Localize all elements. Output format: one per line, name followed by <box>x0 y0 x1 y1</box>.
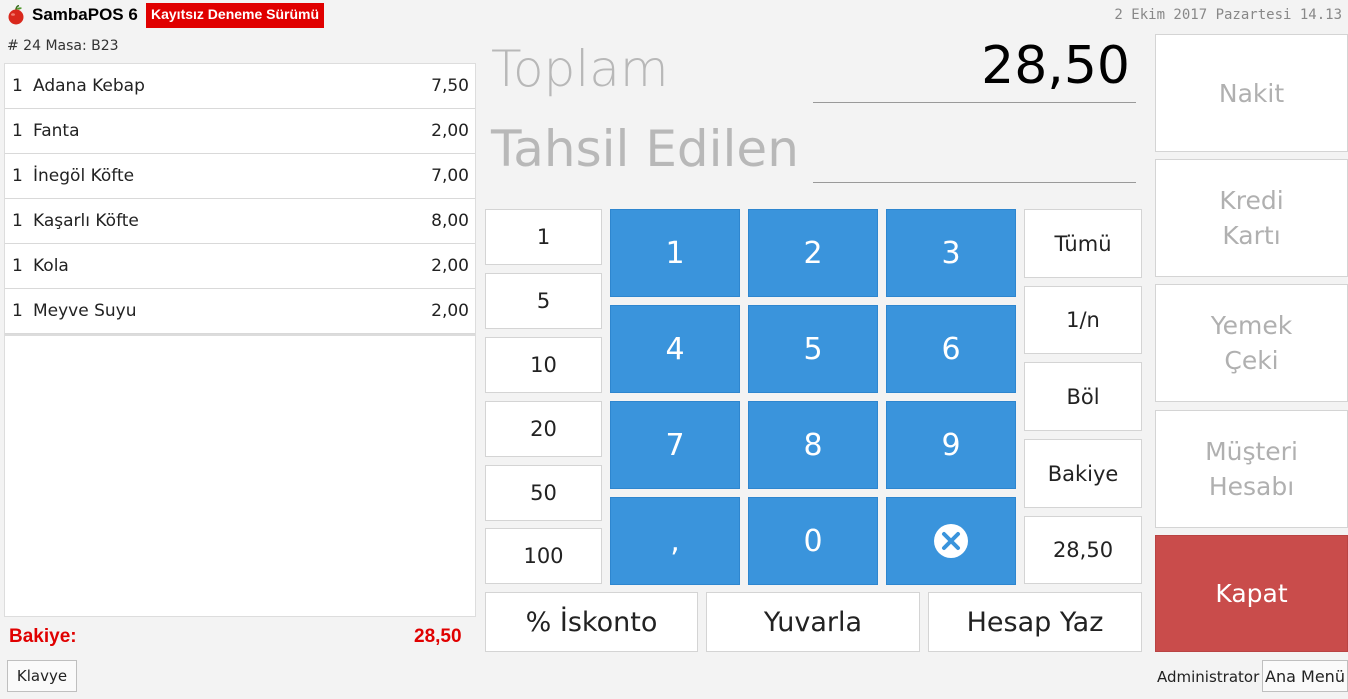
order-qty: 1 <box>12 256 23 276</box>
meal-voucher-label-line-2: Çeki <box>1224 346 1279 375</box>
credit-card-label-line-2: Kartı <box>1222 221 1281 250</box>
order-qty: 1 <box>12 166 23 186</box>
total-value: 28,50 <box>981 36 1130 96</box>
meal-voucher-payment-button[interactable]: Yemek Çeki <box>1155 284 1348 402</box>
order-list: 1 Adana Kebap 7,50 1 Fanta 2,00 1 İnegöl… <box>5 64 475 334</box>
order-name: Meyve Suyu <box>33 301 137 321</box>
numpad-key-5[interactable]: 5 <box>748 305 878 393</box>
amount-due-button[interactable]: 28,50 <box>1024 516 1142 584</box>
order-list-panel: 1 Adana Kebap 7,50 1 Fanta 2,00 1 İnegöl… <box>4 63 476 617</box>
keyboard-button[interactable]: Klavye <box>7 660 77 692</box>
numpad-key-3[interactable]: 3 <box>886 209 1016 297</box>
circle-x-icon <box>934 524 968 558</box>
order-row[interactable]: 1 İnegöl Köfte 7,00 <box>5 154 475 199</box>
numpad-clear-button[interactable] <box>886 497 1016 585</box>
numpad-key-8[interactable]: 8 <box>748 401 878 489</box>
order-price: 8,00 <box>431 211 469 231</box>
order-qty: 1 <box>12 121 23 141</box>
order-row[interactable]: 1 Kaşarlı Köfte 8,00 <box>5 199 475 244</box>
amount-button-1[interactable]: 1 <box>485 209 602 265</box>
ticket-header: # 24 Masa: B23 <box>7 38 119 54</box>
balance-label: Bakiye: <box>9 626 77 647</box>
apple-logo-icon <box>8 5 24 25</box>
order-price: 2,00 <box>431 256 469 276</box>
numpad-key-1[interactable]: 1 <box>610 209 740 297</box>
current-user: Administrator <box>1157 668 1260 686</box>
order-row[interactable]: 1 Meyve Suyu 2,00 <box>5 289 475 334</box>
split-all-button[interactable]: Tümü <box>1024 209 1142 278</box>
trial-badge: Kayıtsız Deneme Sürümü <box>146 3 325 28</box>
numpad-key-9[interactable]: 9 <box>886 401 1016 489</box>
order-name: Kaşarlı Köfte <box>33 211 139 231</box>
numpad-key-0[interactable]: 0 <box>748 497 878 585</box>
numpad-key-4[interactable]: 4 <box>610 305 740 393</box>
tendered-input[interactable] <box>813 182 1136 183</box>
split-button[interactable]: Böl <box>1024 362 1142 431</box>
cash-payment-label: Nakit <box>1218 78 1285 108</box>
amount-button-50[interactable]: 50 <box>485 465 602 521</box>
order-price: 2,00 <box>431 121 469 141</box>
total-underline <box>813 102 1136 103</box>
order-price: 2,00 <box>431 301 469 321</box>
balance-value: 28,50 <box>414 626 462 647</box>
split-per-person-button[interactable]: 1/n <box>1024 286 1142 354</box>
order-list-divider <box>5 334 475 336</box>
numpad-key-6[interactable]: 6 <box>886 305 1016 393</box>
order-name: Fanta <box>33 121 80 141</box>
order-qty: 1 <box>12 76 23 96</box>
main-menu-button[interactable]: Ana Menü <box>1262 660 1348 692</box>
discount-button[interactable]: % İskonto <box>485 592 698 652</box>
order-row[interactable]: 1 Fanta 2,00 <box>5 109 475 154</box>
meal-voucher-label-line-1: Yemek <box>1210 311 1293 340</box>
amount-button-20[interactable]: 20 <box>485 401 602 457</box>
order-qty: 1 <box>12 301 23 321</box>
credit-card-label-line-1: Kredi <box>1219 186 1284 215</box>
order-price: 7,00 <box>431 166 469 186</box>
round-button[interactable]: Yuvarla <box>706 592 920 652</box>
app-name: SambaPOS 6 <box>32 5 138 24</box>
numpad-key-2[interactable]: 2 <box>748 209 878 297</box>
datetime: 2 Ekim 2017 Pazartesi 14.13 <box>1114 7 1342 23</box>
order-row[interactable]: 1 Kola 2,00 <box>5 244 475 289</box>
customer-account-label-line-2: Hesabı <box>1208 472 1295 501</box>
tendered-label: Tahsil Edilen <box>491 120 799 178</box>
close-button[interactable]: Kapat <box>1155 535 1348 652</box>
numpad-key-comma[interactable]: , <box>610 497 740 585</box>
customer-account-label-line-1: Müşteri <box>1205 437 1298 466</box>
title-bar: SambaPOS 6 Kayıtsız Deneme Sürümü 2 Ekim… <box>0 0 1348 32</box>
order-price: 7,50 <box>431 76 469 96</box>
amount-button-10[interactable]: 10 <box>485 337 602 393</box>
numpad-key-7[interactable]: 7 <box>610 401 740 489</box>
amount-button-100[interactable]: 100 <box>485 528 602 584</box>
print-bill-button[interactable]: Hesap Yaz <box>928 592 1142 652</box>
cash-payment-button[interactable]: Nakit <box>1155 34 1348 152</box>
order-qty: 1 <box>12 211 23 231</box>
customer-account-payment-button[interactable]: Müşteri Hesabı <box>1155 410 1348 528</box>
total-label: Toplam <box>491 40 669 98</box>
order-name: İnegöl Köfte <box>33 166 135 186</box>
credit-card-payment-button[interactable]: Kredi Kartı <box>1155 159 1348 277</box>
amount-button-5[interactable]: 5 <box>485 273 602 329</box>
order-name: Adana Kebap <box>33 76 145 96</box>
balance-button[interactable]: Bakiye <box>1024 439 1142 508</box>
order-row[interactable]: 1 Adana Kebap 7,50 <box>5 64 475 109</box>
order-name: Kola <box>33 256 69 276</box>
